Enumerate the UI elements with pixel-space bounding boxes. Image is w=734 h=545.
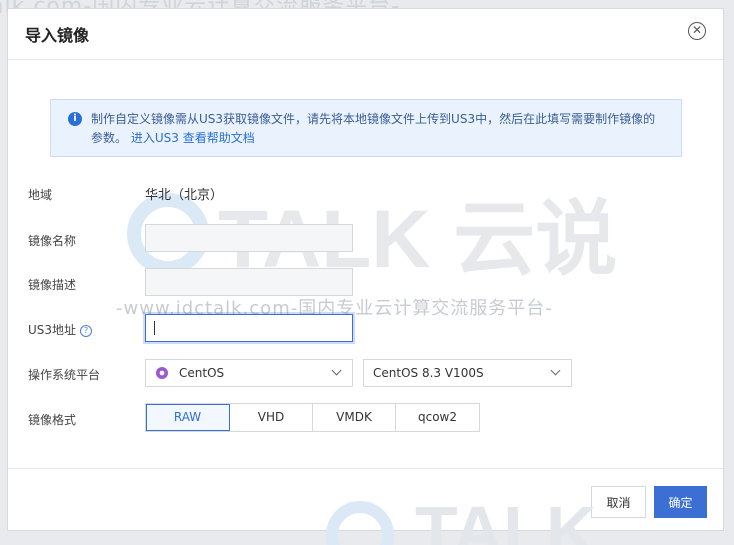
image-name-label: 镜像名称 — [28, 234, 77, 248]
format-option-vhd[interactable]: VHD — [230, 404, 313, 431]
os-version-value: CentOS 8.3 V100S — [373, 366, 484, 380]
centos-icon — [156, 367, 168, 379]
os-version-select[interactable]: CentOS 8.3 V100S — [363, 359, 572, 387]
cancel-button[interactable]: 取消 — [591, 486, 646, 518]
image-desc-label: 镜像描述 — [28, 278, 77, 292]
info-icon: i — [68, 112, 82, 126]
chevron-down-icon — [331, 365, 342, 376]
os-family-select[interactable]: CentOS — [145, 359, 353, 387]
chevron-down-icon — [550, 365, 561, 376]
dialog-title: 导入镜像 — [25, 26, 90, 45]
os-platform-label: 操作系统平台 — [28, 368, 101, 382]
us3-url-label-text: US3地址 — [28, 323, 77, 337]
confirm-button[interactable]: 确定 — [654, 486, 707, 518]
format-segmented-control: RAW VHD VMDK qcow2 — [145, 403, 480, 432]
info-notice: i 制作自定义镜像需从US3获取镜像文件，请先将本地镜像文件上传到US3中，然后… — [50, 99, 682, 157]
us3-url-input[interactable] — [145, 314, 353, 342]
link-us3[interactable]: 进入US3 — [131, 131, 179, 145]
os-family-value: CentOS — [179, 366, 225, 380]
import-image-dialog: 导入镜像 ✕ TALK 云说 -www.idctalk.com-国内专业云计算交… — [7, 8, 724, 531]
image-desc-input[interactable] — [145, 268, 353, 296]
question-circle-icon[interactable]: ? — [80, 324, 93, 337]
format-option-qcow2[interactable]: qcow2 — [396, 404, 479, 431]
format-option-vmdk[interactable]: VMDK — [313, 404, 396, 431]
format-label: 镜像格式 — [28, 413, 77, 427]
us3-url-label: US3地址? — [28, 321, 93, 338]
region-value: 华北（北京） — [145, 188, 224, 203]
dialog-footer: 取消 确定 — [8, 468, 723, 530]
dialog-header: 导入镜像 ✕ — [8, 9, 723, 60]
region-label: 地域 — [28, 188, 53, 202]
format-option-raw[interactable]: RAW — [146, 404, 230, 431]
text-caret — [154, 321, 155, 335]
close-icon[interactable]: ✕ — [688, 22, 706, 40]
image-name-input[interactable] — [145, 224, 353, 252]
link-help-doc[interactable]: 查看帮助文档 — [183, 131, 255, 145]
